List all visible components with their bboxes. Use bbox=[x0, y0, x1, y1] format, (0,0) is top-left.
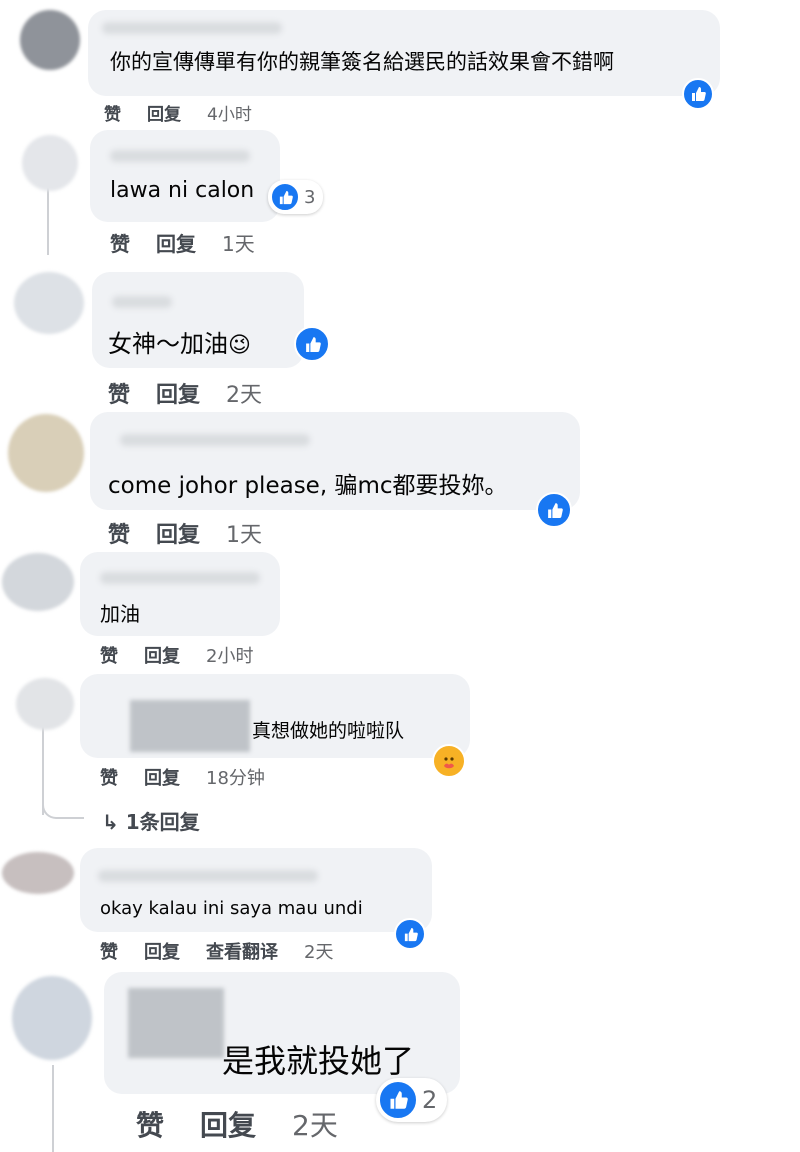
reaction-badge[interactable] bbox=[536, 492, 572, 528]
reply-button[interactable]: 回复 bbox=[144, 764, 180, 790]
blurred-name bbox=[130, 700, 250, 752]
timestamp[interactable]: 2天 bbox=[292, 1104, 338, 1144]
like-reaction-icon bbox=[536, 492, 572, 528]
reaction-badge[interactable] bbox=[432, 744, 466, 778]
view-replies-link[interactable]: ↳ 1条回复 bbox=[102, 806, 200, 835]
timestamp[interactable]: 2天 bbox=[304, 938, 333, 964]
comment-bubble: 真想做她的啦啦队 bbox=[80, 674, 470, 758]
comment-actions: 赞 回复 4小时 bbox=[104, 100, 252, 125]
timestamp[interactable]: 4小时 bbox=[207, 100, 252, 125]
commenter-name[interactable] bbox=[102, 22, 282, 34]
commenter-name[interactable] bbox=[120, 434, 310, 446]
comment-text: 女神～加油😉 bbox=[108, 330, 251, 358]
timestamp[interactable]: 1天 bbox=[226, 517, 262, 549]
wink-emoji-icon: 😉 bbox=[228, 333, 251, 358]
like-reaction-icon bbox=[682, 78, 714, 110]
comment-text: lawa ni calon bbox=[110, 178, 255, 203]
comment-actions: 赞 回复 2天 bbox=[108, 377, 262, 409]
commenter-name[interactable] bbox=[112, 296, 172, 308]
comment-text: 你的宣傳傳單有你的親筆簽名給選民的話效果會不錯啊 bbox=[110, 50, 614, 74]
like-button[interactable]: 赞 bbox=[108, 517, 130, 549]
like-button[interactable]: 赞 bbox=[100, 764, 118, 790]
comment-bubble: okay kalau ini saya mau undi bbox=[80, 848, 432, 932]
comment-text: 真想做她的啦啦队 bbox=[252, 720, 405, 742]
avatar[interactable] bbox=[22, 135, 78, 191]
reply-button[interactable]: 回复 bbox=[156, 377, 200, 409]
reaction-badge[interactable] bbox=[682, 78, 714, 110]
like-button[interactable]: 赞 bbox=[108, 377, 130, 409]
comment-actions: 赞 回复 查看翻译 2天 bbox=[100, 938, 333, 964]
reply-button[interactable]: 回复 bbox=[156, 228, 196, 257]
reply-button[interactable]: 回复 bbox=[144, 642, 180, 668]
like-reaction-icon bbox=[270, 182, 300, 212]
comment-bubble: lawa ni calon bbox=[90, 130, 280, 222]
care-reaction-icon bbox=[432, 744, 466, 778]
like-reaction-icon bbox=[394, 918, 426, 950]
reaction-badge[interactable] bbox=[394, 918, 426, 950]
comment-bubble: come johor please, 骗mc都要投妳。 bbox=[90, 412, 580, 510]
like-button[interactable]: 赞 bbox=[100, 642, 118, 668]
avatar[interactable] bbox=[16, 678, 74, 730]
reaction-badge[interactable]: 2 bbox=[376, 1078, 448, 1122]
thread-line bbox=[52, 1065, 54, 1152]
comment-actions: 赞 回复 18分钟 bbox=[100, 764, 265, 790]
like-button[interactable]: 赞 bbox=[136, 1104, 164, 1144]
comment-text: okay kalau ini saya mau undi bbox=[100, 898, 363, 919]
avatar[interactable] bbox=[14, 272, 84, 334]
comment-bubble: 女神～加油😉 bbox=[92, 272, 304, 368]
commenter-name[interactable] bbox=[100, 572, 260, 584]
timestamp[interactable]: 2天 bbox=[226, 377, 262, 409]
timestamp[interactable]: 18分钟 bbox=[206, 764, 265, 790]
comment-bubble: 加油 bbox=[80, 552, 280, 636]
timestamp[interactable]: 1天 bbox=[222, 228, 255, 257]
avatar[interactable] bbox=[2, 852, 74, 894]
like-button[interactable]: 赞 bbox=[110, 228, 130, 257]
reply-button[interactable]: 回复 bbox=[144, 938, 180, 964]
comment-actions: 赞 回复 2小时 bbox=[100, 642, 253, 668]
avatar[interactable] bbox=[12, 976, 92, 1060]
reply-button[interactable]: 回复 bbox=[147, 100, 181, 125]
thread-curve bbox=[42, 795, 84, 819]
comment-bubble: 是我就投她了 bbox=[104, 972, 460, 1094]
comment-text: 加油 bbox=[100, 602, 140, 626]
avatar[interactable] bbox=[20, 10, 80, 70]
comment-actions: 赞 回复 2天 bbox=[136, 1104, 338, 1144]
like-reaction-icon bbox=[294, 326, 330, 362]
like-button[interactable]: 赞 bbox=[104, 100, 121, 125]
reaction-badge[interactable]: 3 bbox=[268, 180, 324, 214]
comment-actions: 赞 回复 1天 bbox=[108, 517, 262, 549]
like-button[interactable]: 赞 bbox=[100, 938, 118, 964]
like-reaction-icon bbox=[378, 1080, 418, 1120]
reaction-badge[interactable] bbox=[294, 326, 330, 362]
comment-text: 是我就投她了 bbox=[222, 1042, 415, 1080]
avatar[interactable] bbox=[8, 414, 84, 492]
blurred-name bbox=[128, 988, 224, 1058]
reply-button[interactable]: 回复 bbox=[156, 517, 200, 549]
commenter-name[interactable] bbox=[110, 150, 250, 162]
timestamp[interactable]: 2小时 bbox=[206, 642, 253, 668]
comment-actions: 赞 回复 1天 bbox=[110, 228, 255, 257]
avatar[interactable] bbox=[2, 553, 74, 611]
commenter-name[interactable] bbox=[98, 870, 318, 882]
comment-bubble: 你的宣傳傳單有你的親筆簽名給選民的話效果會不錯啊 bbox=[88, 10, 720, 96]
see-translation-button[interactable]: 查看翻译 bbox=[206, 938, 278, 964]
reaction-count: 3 bbox=[304, 186, 316, 208]
comment-text: come johor please, 骗mc都要投妳。 bbox=[108, 473, 508, 499]
reaction-count: 2 bbox=[422, 1086, 438, 1114]
reply-button[interactable]: 回复 bbox=[200, 1104, 256, 1144]
